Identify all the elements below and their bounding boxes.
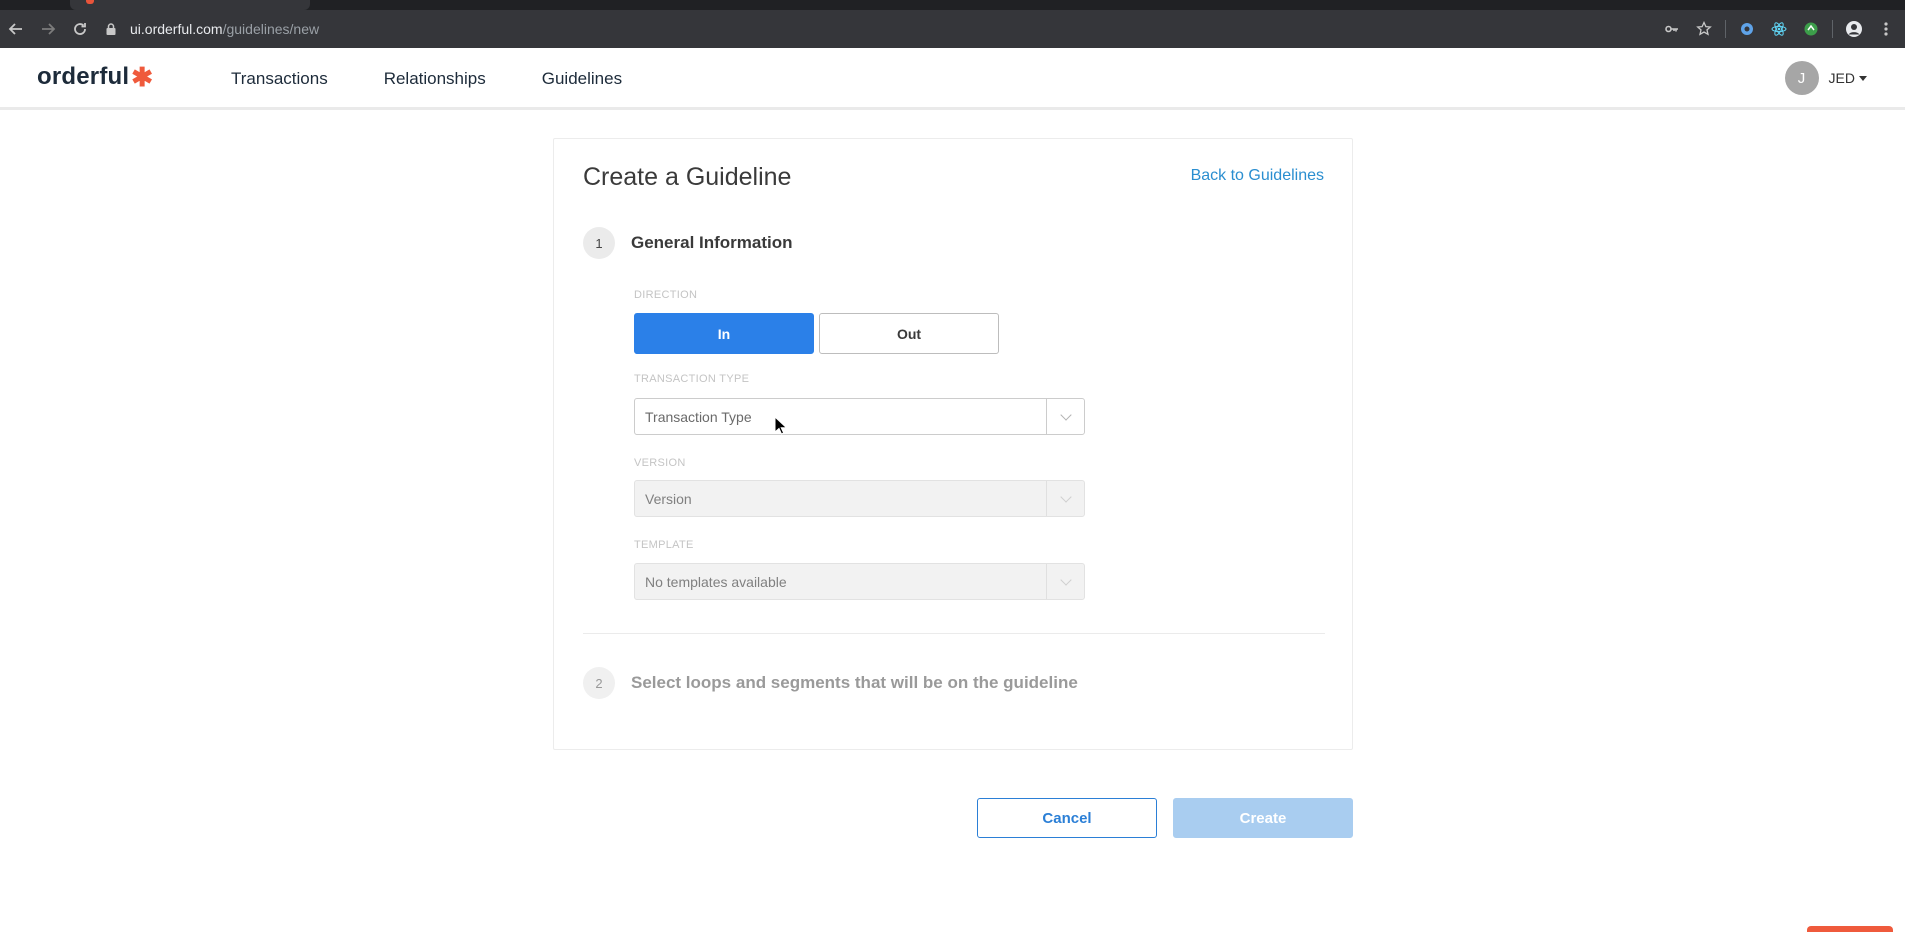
mouse-cursor-icon [774,416,788,435]
toolbar-actions [1661,14,1897,44]
chevron-down-icon [1059,573,1072,586]
menu-icon[interactable] [1875,18,1897,40]
lock-icon [106,23,116,35]
toolbar-divider [1832,20,1833,38]
version-placeholder: Version [645,490,692,507]
dropdown-indicator[interactable] [1046,481,1084,516]
template-select[interactable]: No templates available [634,563,1085,600]
logo-text: orderful [37,63,130,90]
dropdown-indicator[interactable] [1046,399,1084,434]
transaction-type-label: TRANSACTION TYPE [634,373,750,385]
step-number: 2 [583,667,615,699]
section-divider [583,633,1325,634]
help-widget-tab[interactable] [1807,926,1893,932]
url-host: ui.orderful.com [130,21,223,37]
tab-favicon [86,0,94,4]
avatar[interactable]: J [1784,61,1819,95]
step-label: Select loops and segments that will be o… [631,673,1078,692]
browser-toolbar: ui.orderful.com/guidelines/new [0,10,1905,48]
create-guideline-card: Create a Guideline Back to Guidelines 1 … [553,138,1353,750]
user-menu[interactable]: J JED [1784,61,1867,95]
star-icon[interactable] [1693,18,1715,40]
address-bar[interactable]: ui.orderful.com/guidelines/new [104,14,1754,44]
chevron-down-icon [1059,408,1072,421]
template-label: TEMPLATE [634,539,694,551]
back-icon[interactable] [0,13,32,45]
key-icon[interactable] [1661,18,1683,40]
extension-icon[interactable] [1800,18,1822,40]
chevron-down-icon [1059,490,1072,503]
nav-relationships[interactable]: Relationships [384,69,486,89]
nav-transactions[interactable]: Transactions [231,69,328,89]
caret-down-icon[interactable] [1859,75,1867,81]
reload-icon[interactable] [64,13,96,45]
react-icon[interactable] [1768,18,1790,40]
orderful-logo[interactable]: orderful ✱ [37,63,153,91]
step-number: 1 [583,227,615,259]
main-nav: Transactions Relationships Guidelines [231,48,622,110]
transaction-type-placeholder: Transaction Type [645,408,752,425]
direction-label: DIRECTION [634,289,698,301]
version-label: VERSION [634,457,686,469]
extension-icon[interactable] [1736,18,1758,40]
version-select[interactable]: Version [634,480,1085,517]
create-button[interactable]: Create [1173,798,1353,838]
step-label: General Information [631,233,793,252]
nav-guidelines[interactable]: Guidelines [542,69,622,89]
app-header: orderful ✱ Transactions Relationships Gui… [0,48,1905,110]
back-to-guidelines-link[interactable]: Back to Guidelines [1191,167,1324,185]
template-placeholder: No templates available [645,573,787,590]
logo-asterisk-icon: ✱ [131,62,154,92]
user-name[interactable]: JED [1829,70,1855,86]
forward-icon[interactable] [32,13,64,45]
browser-tabstrip [0,0,1905,10]
url-path: /guidelines/new [222,21,320,37]
dropdown-indicator[interactable] [1046,564,1084,599]
account-icon[interactable] [1843,18,1865,40]
step-general-information: 1 General Information [583,227,793,259]
step-select-loops: 2 Select loops and segments that will be… [583,667,1078,699]
cancel-button[interactable]: Cancel [977,798,1157,838]
direction-out-button[interactable]: Out [819,313,999,354]
browser-tab[interactable] [70,0,310,10]
direction-in-button[interactable]: In [634,313,814,354]
toolbar-divider [1725,20,1726,38]
transaction-type-select[interactable]: Transaction Type [634,398,1085,435]
page-title: Create a Guideline [583,163,792,191]
